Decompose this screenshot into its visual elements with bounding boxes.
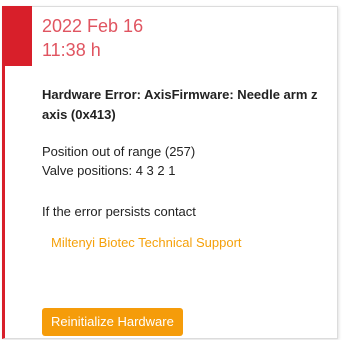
- error-title: Hardware Error: AxisFirmware: Needle arm…: [42, 87, 318, 122]
- persist-contact-text: If the error persists contact: [42, 204, 196, 219]
- reinitialize-hardware-button[interactable]: Reinitialize Hardware: [42, 308, 183, 336]
- error-details: Position out of range (257) Valve positi…: [42, 142, 195, 180]
- error-detail-valves: Valve positions: 4 3 2 1: [42, 163, 176, 178]
- notification-date: 2022 Feb 16: [42, 16, 144, 36]
- notification-timestamp: 2022 Feb 16 11:38 h: [42, 14, 143, 62]
- error-detail-position: Position out of range (257): [42, 144, 196, 159]
- technical-support-link[interactable]: Miltenyi Biotec Technical Support: [51, 233, 242, 252]
- error-severity-tab: [2, 6, 32, 66]
- notification-time: 11:38 h: [42, 40, 101, 60]
